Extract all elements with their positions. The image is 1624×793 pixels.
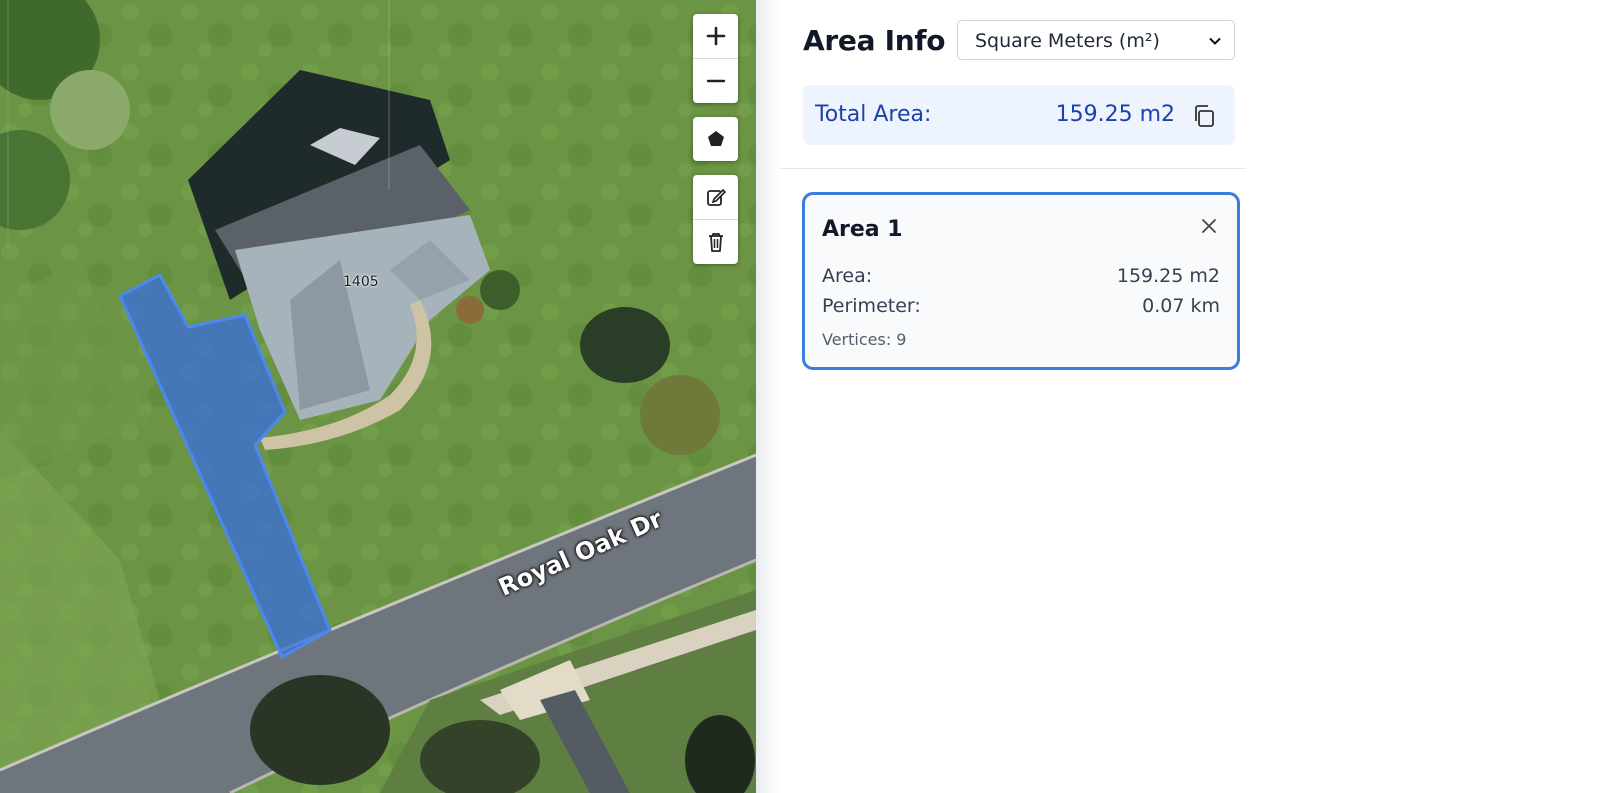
chevron-down-icon bbox=[1209, 37, 1221, 45]
trash-icon bbox=[708, 233, 723, 252]
panel-title: Area Info bbox=[803, 24, 946, 57]
area-value: 159.25 m2 bbox=[1116, 265, 1220, 287]
zoom-controls bbox=[693, 14, 738, 103]
unit-select[interactable]: Square Meters (m²) bbox=[957, 20, 1235, 60]
unit-select-value: Square Meters (m²) bbox=[975, 30, 1160, 52]
zoom-in-button[interactable] bbox=[693, 14, 738, 59]
zoom-out-button[interactable] bbox=[693, 59, 738, 103]
pentagon-icon bbox=[707, 131, 724, 146]
close-icon[interactable] bbox=[1199, 216, 1219, 236]
minus-icon bbox=[706, 79, 725, 83]
panel-divider bbox=[756, 0, 780, 793]
edit-button[interactable] bbox=[693, 175, 738, 220]
map-view[interactable]: 1405 Royal Oak Dr bbox=[0, 0, 756, 793]
edit-controls bbox=[693, 175, 738, 264]
draw-controls bbox=[693, 117, 738, 161]
area-label: Area: bbox=[822, 265, 873, 287]
area-name: Area 1 bbox=[822, 217, 903, 242]
satellite-imagery bbox=[0, 0, 756, 793]
perimeter-label: Perimeter: bbox=[822, 295, 921, 317]
copy-icon[interactable] bbox=[1191, 103, 1217, 129]
area-card[interactable]: Area 1 Area: 159.25 m2 Perimeter: 0.07 k… bbox=[802, 192, 1240, 370]
plus-icon bbox=[706, 26, 725, 46]
total-area-box: Total Area: 159.25 m2 bbox=[803, 85, 1235, 145]
total-area-label: Total Area: bbox=[815, 102, 932, 127]
house-number-label: 1405 bbox=[343, 274, 379, 290]
edit-icon bbox=[706, 188, 726, 206]
total-area-value: 159.25 m2 bbox=[1055, 102, 1175, 127]
vertices-count: Vertices: 9 bbox=[822, 330, 907, 349]
separator bbox=[780, 168, 1246, 169]
draw-polygon-button[interactable] bbox=[693, 117, 738, 161]
map-toolbar bbox=[693, 14, 738, 278]
delete-button[interactable] bbox=[693, 220, 738, 264]
panel-header: Area Info Square Meters (m²) bbox=[803, 20, 1237, 62]
area-info-panel: Area Info Square Meters (m²) Total Area:… bbox=[780, 0, 1246, 793]
perimeter-value: 0.07 km bbox=[1142, 295, 1220, 317]
